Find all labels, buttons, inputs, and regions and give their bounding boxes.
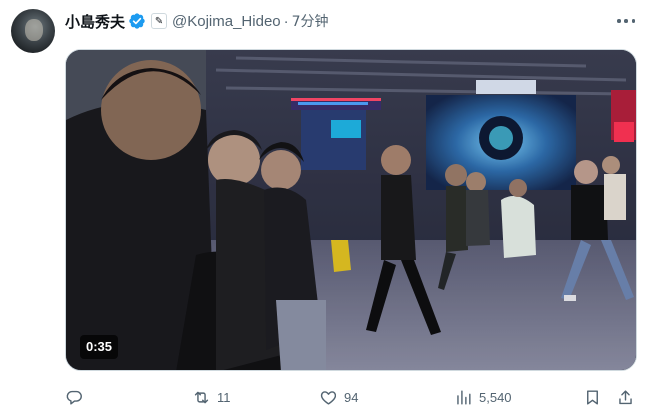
author-handle[interactable]: @Kojima_Hideo — [172, 13, 281, 30]
more-options-icon[interactable] — [617, 12, 635, 30]
share-icon — [619, 389, 632, 404]
share-button[interactable] — [616, 383, 635, 411]
tweet-header: 小島秀夫 ✎ @Kojima_Hideo · 7分钟 — [65, 11, 635, 31]
reply-button[interactable] — [65, 383, 84, 411]
retweet-icon — [194, 391, 209, 403]
bookmark-icon — [587, 389, 598, 405]
video-duration-badge: 0:35 — [80, 335, 119, 359]
video-frame — [66, 50, 636, 370]
bookmark-button[interactable] — [583, 383, 602, 411]
like-button[interactable]: 94 — [319, 383, 358, 411]
views-button[interactable]: 5,540 — [454, 383, 512, 411]
affiliate-badge-icon[interactable]: ✎ — [151, 13, 168, 29]
views-count: 5,540 — [479, 389, 512, 405]
like-icon — [320, 390, 337, 405]
author-name[interactable]: 小島秀夫 — [65, 11, 125, 32]
retweet-count: 11 — [217, 389, 231, 405]
like-count: 94 — [344, 389, 359, 405]
action-bar: 11 94 5,540 — [65, 383, 637, 411]
views-icon — [457, 389, 471, 405]
verified-badge-icon — [129, 13, 145, 29]
retweet-button[interactable]: 11 — [192, 383, 231, 411]
reply-icon — [66, 390, 82, 405]
separator-dot: · — [283, 12, 289, 30]
author-avatar[interactable] — [11, 9, 55, 53]
post-time[interactable]: 7分钟 — [292, 11, 329, 31]
video-player[interactable] — [65, 49, 637, 371]
